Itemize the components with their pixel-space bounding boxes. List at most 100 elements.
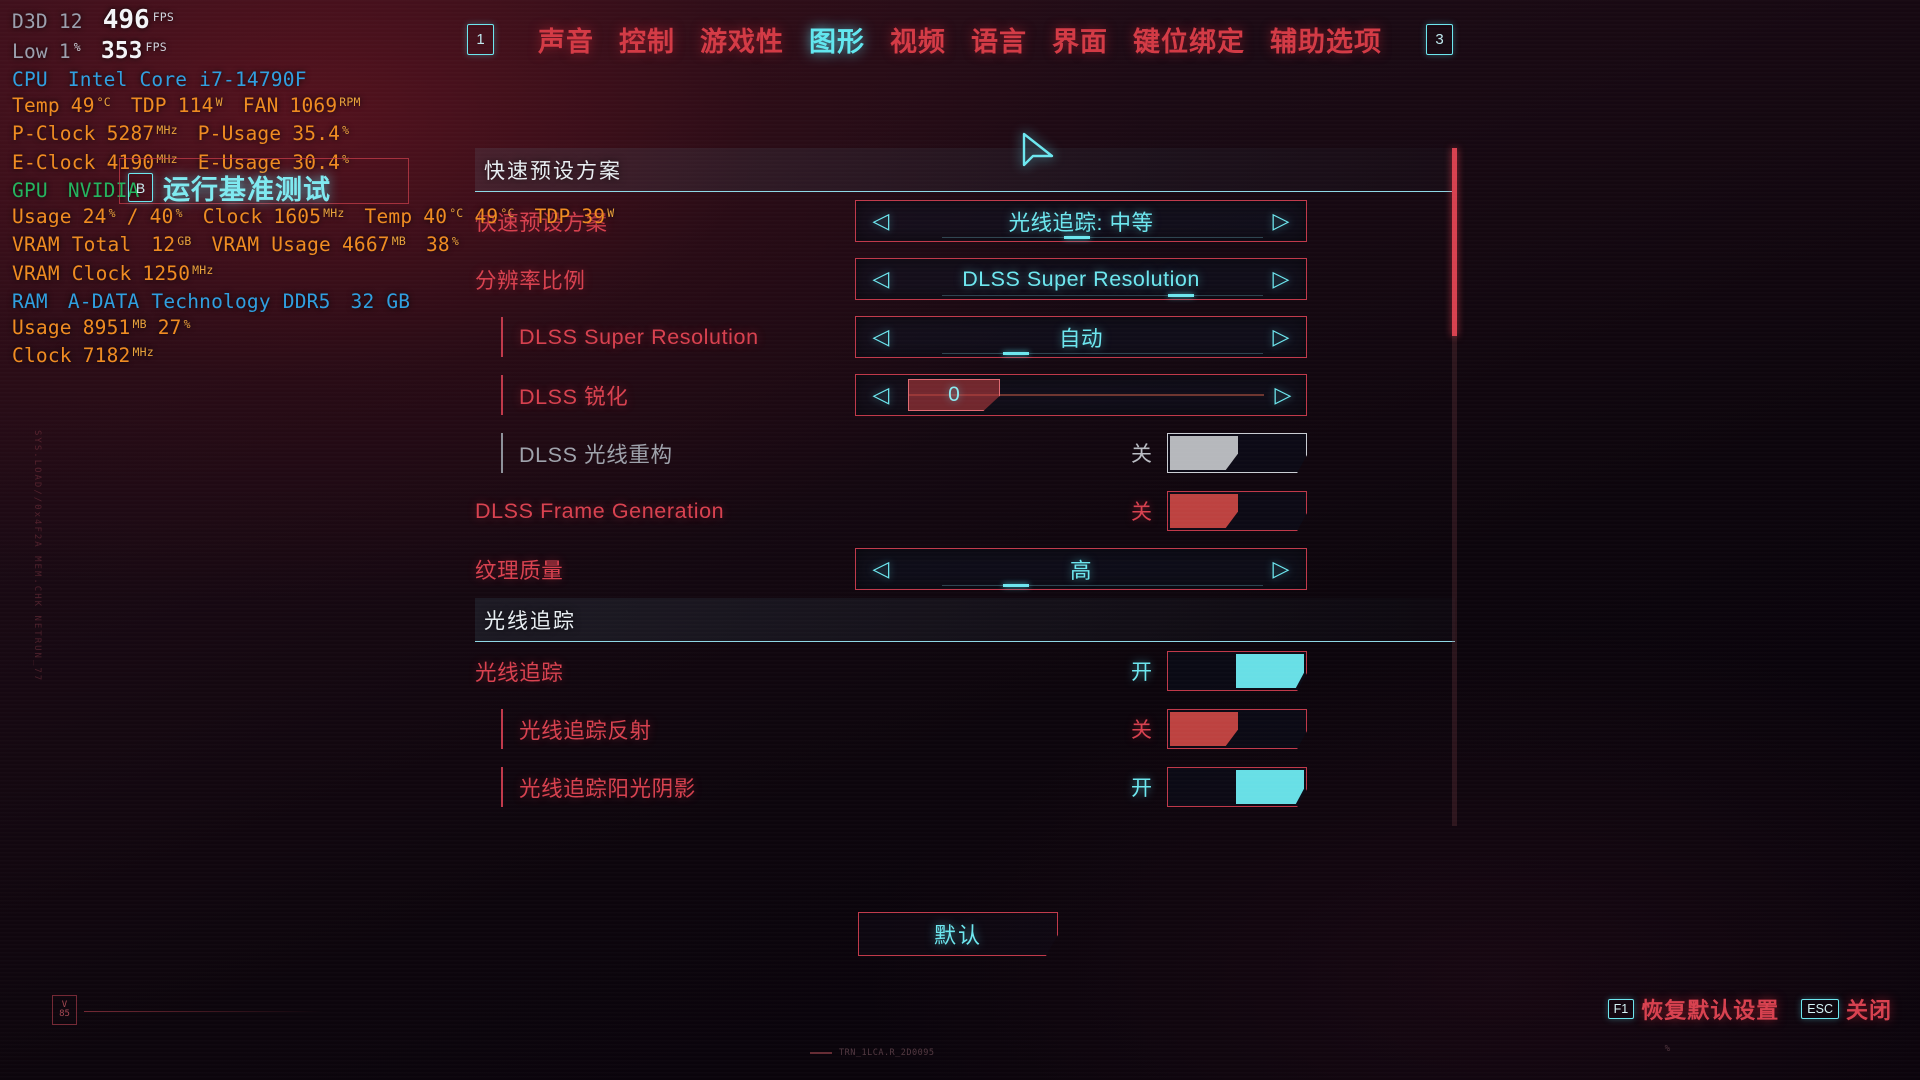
tab-2[interactable]: 游戏性 (696, 20, 788, 59)
setting-row[interactable]: DLSS Frame Generation 关 (475, 482, 1455, 540)
selector-next-arrow-icon[interactable]: ▷ (1268, 210, 1294, 232)
slider-prev-arrow-icon[interactable]: ◁ (868, 382, 894, 408)
osd-low-num: 1 (58, 39, 71, 63)
toggle-switch[interactable] (1167, 491, 1307, 531)
toggle-switch[interactable] (1167, 433, 1307, 473)
tab-1[interactable]: 控制 (615, 20, 679, 59)
setting-row[interactable]: 分辨率比例 ◁ ▷ DLSS Super Resolution (475, 250, 1455, 308)
setting-row[interactable]: DLSS 锐化 ◁ 0 ▷ (475, 366, 1455, 424)
bottom-tick-text: % (1664, 1044, 1670, 1054)
bottom-code-value: TRN_1LCA.R_2D0095 (839, 1048, 935, 1058)
selector-next-arrow-icon[interactable]: ▷ (1268, 268, 1294, 290)
toggle-state-label: 开 (1131, 661, 1153, 684)
setting-row[interactable]: 光线追踪 开 (475, 642, 1455, 700)
reset-to-default-button[interactable]: 默认 (858, 912, 1058, 956)
osd-row-vram-clock: VRAM Clock 1250 MHz (12, 261, 614, 290)
toggle-knob (1236, 770, 1304, 804)
osd-pclock-label: P-Clock (12, 122, 96, 145)
footer-hint-0[interactable]: F1 恢复默认设置 (1607, 993, 1780, 1025)
tab-3[interactable]: 图形 (805, 20, 869, 59)
selector-widget[interactable]: ◁ ▷ DLSS Super Resolution (855, 258, 1307, 300)
bottom-code-text: TRN_1LCA.R_2D0095 (810, 1048, 935, 1058)
decor-divider-line (84, 1011, 324, 1012)
version-badge-line2: 85 (59, 1009, 70, 1019)
osd-gpu-tdp-label: TDP (534, 204, 571, 228)
setting-control: 关 (855, 432, 1307, 474)
osd-vram-total-value: 12 (151, 233, 176, 256)
selector-tickline (864, 584, 1298, 587)
osd-row-pclock: P-Clock 5287 MHz P-Usage 35.4 % (12, 121, 614, 150)
selector-prev-arrow-icon[interactable]: ◁ (868, 268, 894, 290)
osd-ram-clock-label: Clock (12, 344, 72, 367)
settings-scrollbar[interactable] (1452, 148, 1457, 826)
section-rows-1: 光线追踪开光线追踪反射关光线追踪阳光阴影开 (475, 642, 1455, 816)
setting-control: ◁ ▷ DLSS Super Resolution (855, 258, 1307, 300)
setting-row[interactable]: 光线追踪反射 关 (475, 700, 1455, 758)
osd-ram-usage-pct: 27 (157, 315, 182, 339)
selector-next-arrow-icon[interactable]: ▷ (1268, 326, 1294, 348)
toggle-knob (1170, 494, 1238, 528)
selector-widget[interactable]: ◁ ▷ 光线追踪: 中等 (855, 200, 1307, 242)
osd-vram-usage-pct: 38 (425, 233, 450, 256)
selector-prev-arrow-icon[interactable]: ◁ (868, 558, 894, 580)
tab-4[interactable]: 视频 (886, 20, 950, 59)
slider-widget[interactable]: ◁ 0 ▷ (855, 374, 1307, 416)
toggle-switch[interactable] (1167, 709, 1307, 749)
osd-low-unit: FPS (145, 39, 167, 54)
setting-label: 光线追踪反射 (519, 718, 652, 743)
osd-cpu-label: CPU (12, 68, 48, 91)
setting-row[interactable]: 光线追踪阳光阴影 开 (475, 758, 1455, 816)
toggle-switch[interactable] (1167, 767, 1307, 807)
indent-marker (501, 433, 503, 473)
setting-control: ◁ ▷ 高 (855, 548, 1307, 590)
nav-next-key[interactable]: 3 (1426, 24, 1453, 55)
osd-gpu-clock-value: 1605 (273, 204, 322, 228)
setting-row[interactable]: DLSS Super Resolution ◁ ▷ 自动 (475, 308, 1455, 366)
selector-prev-arrow-icon[interactable]: ◁ (868, 210, 894, 232)
osd-pusage-label: P-Usage (197, 122, 282, 145)
tab-7[interactable]: 键位绑定 (1129, 20, 1249, 59)
selector-value: DLSS Super Resolution (962, 266, 1200, 291)
osd-row-vram: VRAM Total 12 GB VRAM Usage 4667 MB 38 % (12, 232, 614, 261)
footer-hint-label-0: 恢复默认设置 (1641, 998, 1780, 1023)
selector-value: 光线追踪: 中等 (1008, 210, 1154, 235)
footer-hint-1[interactable]: ESC 关闭 (1801, 993, 1892, 1025)
osd-cpu-temp-unit: °C (96, 94, 111, 109)
osd-ram-size: 32 GB (350, 290, 411, 313)
osd-cpu-temp-label: Temp (12, 93, 60, 117)
setting-control: 关 (855, 490, 1307, 532)
setting-label: 光线追踪阳光阴影 (519, 776, 696, 801)
run-benchmark-hint[interactable]: B 运行基准测试 (128, 168, 331, 207)
osd-gpu-usage-label: Usage (12, 204, 72, 228)
mouse-cursor-icon (1022, 132, 1054, 167)
osd-vram-usage-label: VRAM Usage (211, 233, 331, 256)
selector-prev-arrow-icon[interactable]: ◁ (868, 326, 894, 348)
toggle-switch[interactable] (1167, 651, 1307, 691)
selector-widget[interactable]: ◁ ▷ 自动 (855, 316, 1307, 358)
slider-next-arrow-icon[interactable]: ▷ (1270, 382, 1296, 408)
osd-pusage-unit: % (342, 123, 350, 137)
tab-5[interactable]: 语言 (967, 20, 1031, 59)
osd-vram-usage-pct-unit: % (451, 234, 459, 248)
decor-code-strip: SYS.LOAD//0x4F2A MEM.CHK NETRUN_77 (32, 430, 42, 683)
settings-scrollbar-thumb[interactable] (1452, 148, 1457, 336)
tab-8[interactable]: 辅助选项 (1266, 20, 1386, 59)
selector-widget[interactable]: ◁ ▷ 高 (855, 548, 1307, 590)
slider-fill[interactable]: 0 (908, 379, 1000, 411)
osd-gpu-temp-label: Temp (364, 204, 413, 228)
osd-low-pct: % (73, 39, 81, 54)
osd-fps-unit: FPS (152, 10, 175, 24)
osd-ram-usage-unit: MB (132, 316, 147, 331)
indent-marker (501, 375, 503, 415)
setting-row[interactable]: 快速预设方案 ◁ ▷ 光线追踪: 中等 (475, 192, 1455, 250)
reset-to-default-label: 默认 (933, 923, 982, 948)
selector-next-arrow-icon[interactable]: ▷ (1268, 558, 1294, 580)
selector-tickline (864, 352, 1298, 355)
osd-gpu-temp-unit-2: °C (500, 205, 515, 220)
section-header-0: 快速预设方案 (475, 148, 1455, 192)
tab-6[interactable]: 界面 (1048, 20, 1112, 59)
setting-row[interactable]: DLSS 光线重构 关 (475, 424, 1455, 482)
setting-row[interactable]: 纹理质量 ◁ ▷ 高 (475, 540, 1455, 598)
setting-label: DLSS Frame Generation (475, 498, 725, 523)
osd-row-low1: Low 1 % 353 FPS (12, 38, 614, 68)
